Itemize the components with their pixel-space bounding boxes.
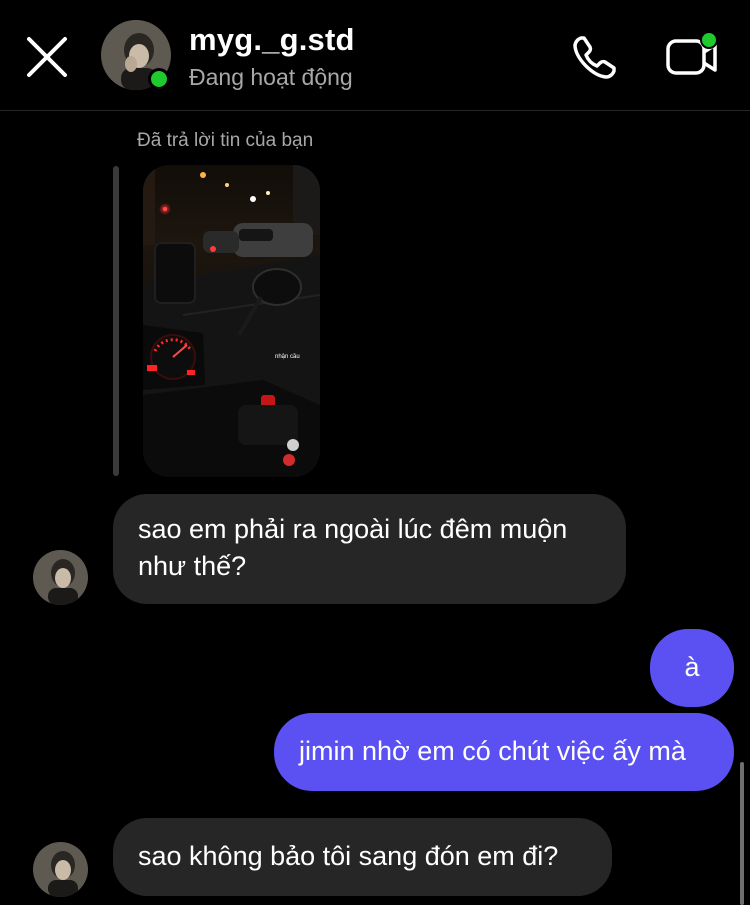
- avatar[interactable]: [33, 550, 88, 605]
- story-reply-thumbnail[interactable]: nhận cầu: [143, 165, 320, 477]
- scrollbar[interactable]: [740, 762, 744, 905]
- message-bubble-incoming[interactable]: sao không bảo tôi sang đón em đi?: [113, 818, 612, 896]
- online-status-icon: [148, 68, 170, 90]
- active-status: Đang hoạt động: [189, 64, 353, 90]
- close-icon[interactable]: [24, 34, 70, 80]
- username[interactable]: myg._g.std: [189, 22, 355, 58]
- story-caption: nhận cầu: [275, 354, 300, 360]
- message-bubble-incoming[interactable]: sao em phải ra ngoài lúc đêm muộn như th…: [113, 494, 626, 604]
- reply-context-label: Đã trả lời tin của bạn: [137, 130, 314, 151]
- chat-header: myg._g.std Đang hoạt động: [0, 0, 750, 111]
- reply-indicator-bar: [113, 166, 119, 476]
- avatar[interactable]: [33, 842, 88, 897]
- phone-icon[interactable]: [570, 32, 620, 82]
- video-camera-icon[interactable]: [664, 30, 720, 82]
- message-bubble-outgoing[interactable]: à: [650, 629, 734, 707]
- message-bubble-outgoing[interactable]: jimin nhờ em có chút việc ấy mà: [274, 713, 734, 791]
